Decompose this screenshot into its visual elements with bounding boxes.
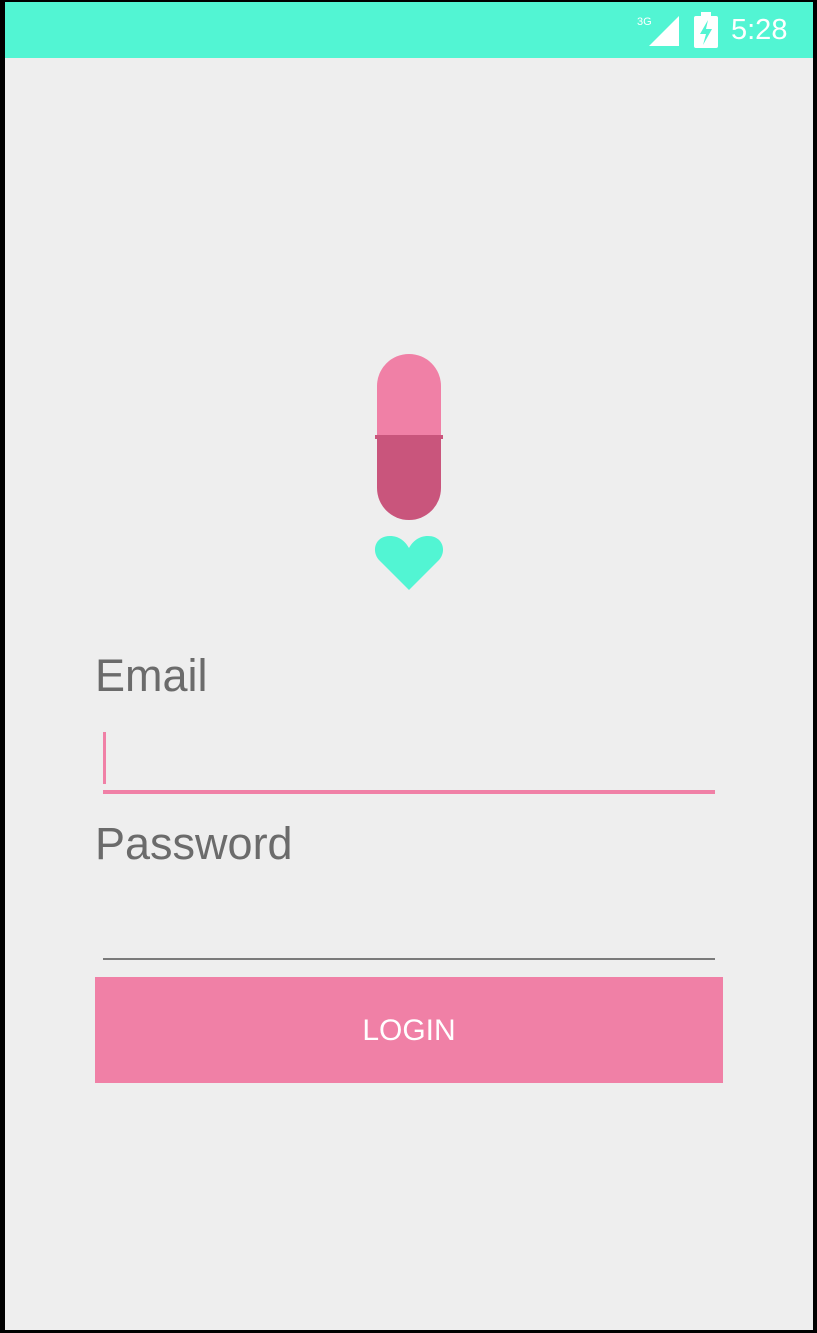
battery-charging-icon <box>694 12 718 48</box>
pill-seam <box>375 435 443 439</box>
pill-top-half <box>377 354 441 436</box>
pill-heart-logo <box>374 354 444 590</box>
password-input[interactable] <box>103 898 715 960</box>
email-input[interactable] <box>103 730 715 794</box>
password-label: Password <box>95 818 293 869</box>
network-type-label: 3G <box>637 16 652 28</box>
login-screen: 3G 5:28 Email Password LOGIN <box>5 2 813 1330</box>
signal-3g-icon: 3G <box>637 16 679 46</box>
email-label: Email <box>95 650 208 701</box>
heart-icon <box>374 536 444 590</box>
login-button[interactable]: LOGIN <box>95 977 723 1083</box>
pill-bottom-half <box>377 438 441 520</box>
clock-time: 5:28 <box>731 14 788 46</box>
status-bar: 3G 5:28 <box>5 2 813 58</box>
text-caret <box>103 732 106 784</box>
